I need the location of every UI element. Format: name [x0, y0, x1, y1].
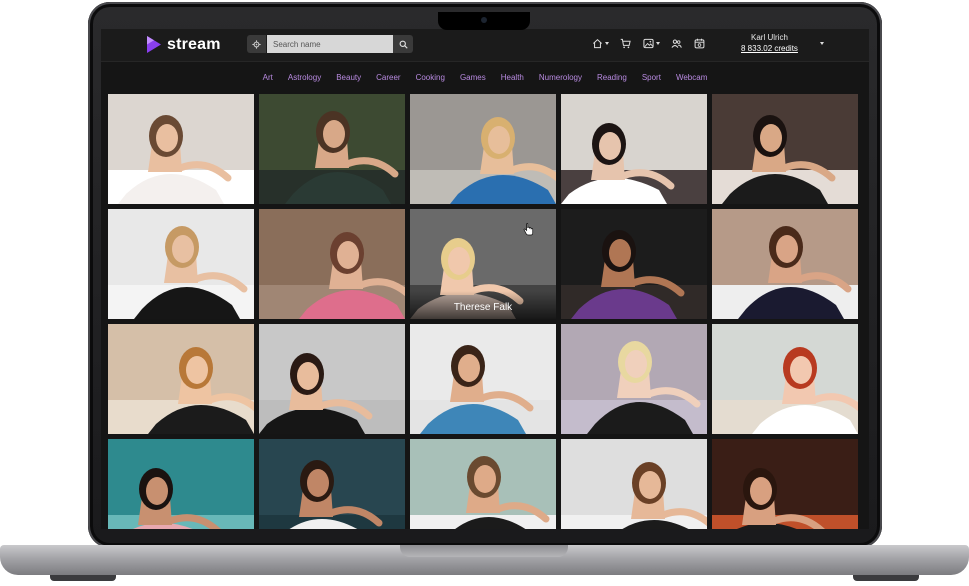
user-chevron-down-icon[interactable]	[820, 42, 824, 45]
filter-button[interactable]	[247, 35, 266, 53]
header: stream	[101, 29, 869, 62]
cart-button[interactable]	[620, 38, 631, 49]
gear-icon	[252, 40, 261, 49]
category-bar: Art Astrology Beauty Career Cooking Game…	[101, 62, 869, 92]
performer-tile[interactable]	[108, 324, 254, 434]
gallery-menu[interactable]	[643, 38, 660, 49]
performer-tile[interactable]	[561, 324, 707, 434]
performer-photo	[712, 439, 858, 529]
performer-photo	[259, 439, 405, 529]
users-button[interactable]	[671, 38, 682, 49]
performer-tile[interactable]	[410, 324, 556, 434]
credits-link[interactable]: 8 833.02 credits	[741, 43, 798, 54]
performer-tile[interactable]	[410, 94, 556, 204]
search-input[interactable]	[267, 35, 393, 53]
category-cooking[interactable]: Cooking	[416, 73, 445, 82]
performer-photo	[712, 209, 858, 319]
performer-tile[interactable]	[108, 94, 254, 204]
category-health[interactable]: Health	[501, 73, 524, 82]
home-icon	[592, 38, 603, 49]
laptop-foot-right	[853, 575, 919, 581]
category-reading[interactable]: Reading	[597, 73, 627, 82]
performer-photo	[108, 209, 254, 319]
camera-icon	[481, 17, 487, 23]
performer-tile[interactable]	[259, 94, 405, 204]
category-art[interactable]: Art	[263, 73, 273, 82]
search-button[interactable]	[393, 35, 413, 53]
user-name: Karl Ulrich	[741, 33, 798, 43]
performer-tile[interactable]	[712, 324, 858, 434]
performer-grid: Therese Falk	[108, 94, 861, 529]
category-webcam[interactable]: Webcam	[676, 73, 707, 82]
chevron-down-icon	[656, 42, 660, 45]
hand-cursor-icon	[523, 223, 534, 241]
search-icon	[399, 40, 408, 49]
performer-tile[interactable]	[259, 324, 405, 434]
category-numerology[interactable]: Numerology	[539, 73, 582, 82]
performer-photo	[108, 324, 254, 434]
image-icon	[643, 38, 654, 49]
performer-photo	[561, 209, 707, 319]
performer-photo	[259, 94, 405, 204]
performer-photo	[259, 324, 405, 434]
screen: stream	[101, 29, 869, 529]
performer-tile[interactable]	[561, 94, 707, 204]
performer-tile[interactable]	[108, 209, 254, 319]
cart-icon	[620, 38, 631, 49]
category-career[interactable]: Career	[376, 73, 400, 82]
performer-photo	[561, 439, 707, 529]
laptop-foot-left	[50, 575, 116, 581]
user-menu[interactable]: Karl Ulrich 8 833.02 credits	[741, 33, 798, 54]
performer-photo	[712, 94, 858, 204]
performer-photo	[712, 324, 858, 434]
calendar-button[interactable]	[694, 38, 705, 49]
category-sport[interactable]: Sport	[642, 73, 661, 82]
performer-photo	[410, 439, 556, 529]
category-beauty[interactable]: Beauty	[336, 73, 361, 82]
performer-photo	[108, 439, 254, 529]
performer-tile[interactable]	[712, 209, 858, 319]
camera-notch	[438, 12, 530, 30]
laptop-opening-lip	[400, 545, 568, 557]
users-icon	[671, 38, 682, 49]
logo-text: stream	[167, 36, 221, 54]
performer-tile[interactable]	[259, 209, 405, 319]
performer-photo	[561, 324, 707, 434]
home-menu[interactable]	[592, 38, 609, 49]
category-games[interactable]: Games	[460, 73, 486, 82]
play-logo-icon	[146, 35, 162, 54]
performer-photo	[561, 94, 707, 204]
performer-name: Therese Falk	[410, 291, 556, 319]
performer-tile[interactable]	[561, 439, 707, 529]
logo[interactable]: stream	[146, 35, 221, 54]
performer-photo	[108, 94, 254, 204]
performer-tile[interactable]	[712, 439, 858, 529]
performer-photo	[410, 324, 556, 434]
performer-tile[interactable]: Therese Falk	[410, 209, 556, 319]
performer-tile[interactable]	[410, 439, 556, 529]
performer-tile[interactable]	[259, 439, 405, 529]
performer-tile[interactable]	[712, 94, 858, 204]
performer-tile[interactable]	[561, 209, 707, 319]
chevron-down-icon	[605, 42, 609, 45]
category-astrology[interactable]: Astrology	[288, 73, 321, 82]
calendar-icon	[694, 38, 705, 49]
performer-photo	[410, 94, 556, 204]
performer-tile[interactable]	[108, 439, 254, 529]
performer-photo	[259, 209, 405, 319]
